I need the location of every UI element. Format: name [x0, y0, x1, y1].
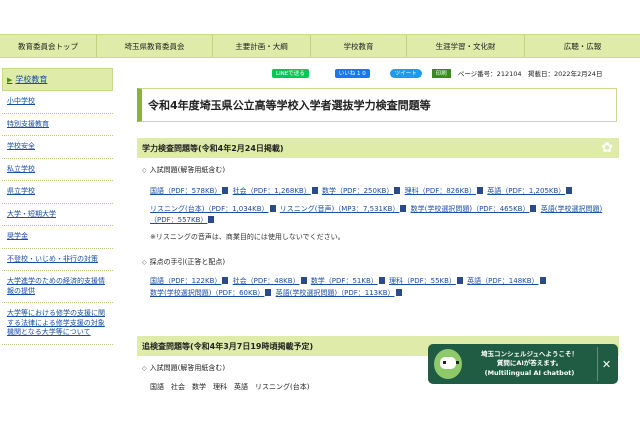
links-row-3: 国語（PDF：122KB） 社会（PDF：48KB） 数学（PDF：51KB） … [142, 276, 618, 287]
pdf-icon [530, 205, 537, 212]
pdf-link-math-select[interactable]: 数学(学校選択問題)（PDF：465KB） [411, 205, 530, 213]
sidebar-head[interactable]: ▶ 学校教育 [2, 68, 113, 91]
page-title: 令和4年度埼玉県公立高等学校入学者選抜学力検査問題等 [137, 88, 617, 122]
close-icon[interactable]: ✕ [597, 347, 615, 381]
robot-mascot-icon [434, 349, 462, 379]
ai-chatbot-banner[interactable]: 埼玉コンシェルジュへようこそ！ 質問にAIが答えます。 (Multilingua… [428, 344, 618, 384]
pdf-link-eigo[interactable]: 英語（PDF：1,205KB） [487, 187, 565, 195]
tweet-button[interactable]: ツイート [389, 68, 422, 78]
pdf-link-kokugo[interactable]: 国語（PDF：578KB） [150, 187, 221, 195]
sidebar-item-universities[interactable]: 大学・短期大学 [2, 204, 113, 226]
pdf-icon [395, 289, 402, 296]
bullet-label: 入試問題(解答用紙含む) [149, 166, 226, 174]
pdf-icon [222, 187, 229, 194]
pdf-link-eigo-answer[interactable]: 英語（PDF：148KB） [467, 277, 538, 285]
listening-note: ※リスニングの音声は、商業目的には使用しないでください。 [150, 233, 345, 241]
pdf-link-sugaku-answer[interactable]: 数学（PDF：51KB） [311, 277, 378, 285]
sidebar-item-school-safety[interactable]: 学校安全 [2, 136, 113, 159]
nav-public-relations[interactable]: 広聴・広報 [525, 35, 640, 57]
sidebar-item-scholarship[interactable]: 奨学金 [2, 226, 113, 249]
sidebar-item-private-schools[interactable]: 私立学校 [2, 159, 113, 181]
exam-content: ◇ 入試問題(解答用紙含む) 国語（PDF：578KB） 社会（PDF：1,26… [142, 165, 618, 299]
page-meta: ページ番号：212104 掲載日：2022年2月24日 [457, 70, 603, 78]
pdf-icon [222, 277, 229, 284]
nav-plans[interactable]: 主要計画・大綱 [213, 35, 311, 57]
facebook-like-button[interactable]: いいね 1 0 [334, 68, 370, 78]
pdf-icon [456, 277, 463, 284]
pdf-link-english-select-answer[interactable]: 英語(学校選択問題)（PDF：113KB） [276, 289, 395, 297]
nav-saitama-board[interactable]: 埼玉県教育委員会 [97, 35, 213, 57]
sidebar-item-special-support[interactable]: 特別支援教育 [2, 114, 113, 136]
sidebar-item-elementary[interactable]: 小中学校 [2, 91, 113, 114]
chatbot-line-1: 埼玉コンシェルジュへようこそ！ [480, 349, 579, 358]
pdf-icon [394, 187, 401, 194]
nav-school-education[interactable]: 学校教育 [311, 35, 407, 57]
sidebar-item-prefectural-schools[interactable]: 県立学校 [2, 181, 113, 204]
links-row-4: 数学(学校選択問題)（PDF：60KB） 英語(学校選択問題)（PDF：113K… [142, 288, 618, 299]
chatbot-text: 埼玉コンシェルジュへようこそ！ 質問にAIが答えます。 (Multilingua… [462, 350, 597, 379]
pdf-icon [208, 216, 215, 223]
pdf-link-sugaku[interactable]: 数学（PDF：250KB） [322, 187, 393, 195]
nav-board-top[interactable]: 教育委員会トップ [0, 35, 97, 57]
chatbot-line-2: 質問にAIが答えます。 [496, 359, 563, 368]
chatbot-line-3: (Multilingual AI chatbot) [484, 368, 575, 377]
pdf-icon [311, 187, 318, 194]
pdf-icon [300, 277, 307, 284]
links-row-1: 国語（PDF：578KB） 社会（PDF：1,268KB） 数学（PDF：250… [142, 186, 618, 197]
section-heading-exam-label: 学力検査問題等(令和4年2月24日掲載) [142, 143, 284, 153]
pdf-icon [378, 277, 385, 284]
pdf-icon [477, 187, 483, 194]
arrow-right-icon: ▶ [7, 75, 13, 84]
pdf-icon [265, 289, 272, 296]
sidebar-item-truancy[interactable]: 不登校・いじめ・非行の対策 [2, 249, 113, 271]
pdf-link-listening-script[interactable]: リスニング(台本)（PDF：1,034KB） [150, 205, 269, 213]
section-heading-make-up-label: 追検査問題等(令和4年3月7日19時頃掲載予定) [142, 341, 314, 351]
pdf-link-math-select-answer[interactable]: 数学(学校選択問題)（PDF：60KB） [150, 289, 264, 297]
diamond-icon: ◇ [142, 259, 147, 266]
section-heading-exam: 学力検査問題等(令和4年2月24日掲載) ✿ [137, 138, 619, 158]
links-row-2: リスニング(台本)（PDF：1,034KB） リスニング(音声)（MP3：7,5… [142, 204, 618, 226]
diamond-icon: ◇ [142, 365, 147, 372]
bullet-label: 採点の手引(正答と配点) [149, 258, 226, 266]
sidebar-item-study-support-law[interactable]: 大学等における修学の支援に関する法律による修学支援の対象機関となる大学等について [2, 303, 113, 345]
pdf-link-rika-answer[interactable]: 理科（PDF：55KB） [389, 277, 456, 285]
line-share-button[interactable]: LINEで送る [272, 68, 309, 78]
bullet-exam-problems: ◇ 入試問題(解答用紙含む) [142, 165, 618, 176]
bullet-label: 入試問題(解答用紙含む) [149, 364, 226, 372]
bullet-scoring-guide: ◇ 採点の手引(正答と配点) [142, 257, 618, 268]
print-button[interactable]: 印刷 [431, 68, 451, 78]
pdf-link-shakai-answer[interactable]: 社会（PDF：48KB） [233, 277, 300, 285]
diamond-icon: ◇ [142, 167, 147, 174]
audio-icon [400, 205, 407, 212]
pdf-icon [269, 205, 276, 212]
pdf-link-shakai[interactable]: 社会（PDF：1,268KB） [233, 187, 311, 195]
top-nav: 教育委員会トップ 埼玉県教育委員会 主要計画・大綱 学校教育 生涯学習・文化財 … [0, 34, 640, 58]
nav-lifelong-learning[interactable]: 生涯学習・文化財 [407, 35, 525, 57]
pdf-icon [539, 277, 546, 284]
pdf-icon [566, 187, 573, 194]
sidebar: ▶ 学校教育 小中学校 特別支援教育 学校安全 私立学校 県立学校 大学・短期大… [2, 68, 113, 345]
pdf-link-kokugo-answer[interactable]: 国語（PDF：122KB） [150, 277, 221, 285]
pdf-link-rika[interactable]: 理科（PDF：826KB） [405, 187, 476, 195]
mp3-link-listening-audio[interactable]: リスニング(音声)（MP3：7,531KB） [280, 205, 400, 213]
sidebar-head-label: 学校教育 [15, 75, 48, 84]
sidebar-item-financial-support[interactable]: 大学進学のための経済的支援情報の提供 [2, 271, 113, 303]
flower-icon: ✿ [601, 140, 613, 156]
share-bar: LINEで送る いいね 1 0 ツイート 印刷 ページ番号：212104 掲載日… [272, 68, 602, 78]
